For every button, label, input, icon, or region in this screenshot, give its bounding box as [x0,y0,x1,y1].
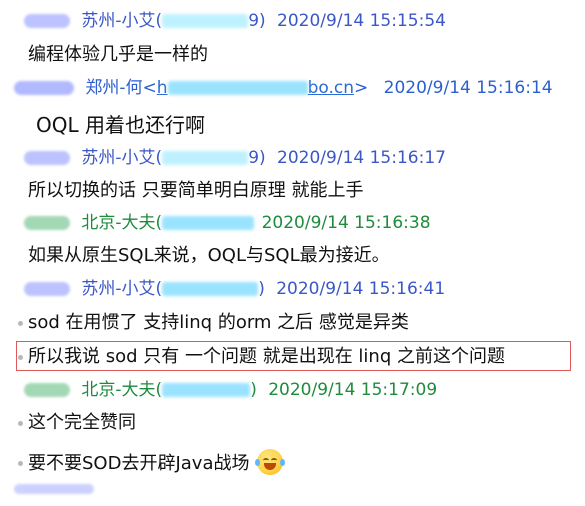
message-header-5: 苏州-小艾() 2020/9/14 15:16:41 [24,278,585,300]
sender-id-tail: 9) [248,11,266,31]
timestamp: 2020/9/14 15:16:38 [261,213,431,233]
message-text-2: OQL 用着也还行啊 [0,111,585,139]
email-mask [167,81,308,95]
message-text: 所以切换的话 只要简单明白原理 就能上手 [28,180,364,201]
avatar-mask [24,216,70,230]
timestamp: 2020/9/14 15:15:54 [277,11,446,31]
message-text: sod 在用惯了 支持linq 的orm 之后 感觉是异类 [28,312,409,333]
sender-name[interactable]: 苏州-小艾( [81,148,162,168]
avatar-mask [24,282,70,296]
message-text: 这个完全赞同 [28,412,136,433]
emoji-tear-right [280,459,286,466]
message-text: OQL 用着也还行啊 [36,113,205,137]
message-header-4: 北京-大夫( 2020/9/14 15:16:38 [24,212,585,234]
message-text-6b: 要不要SOD去开辟Java战场 [0,449,585,477]
id-mask [162,282,259,296]
message-text-6a: 这个完全赞同 [0,411,585,435]
sender-name[interactable]: 郑州-何< [85,78,156,98]
id-mask [162,383,251,397]
email-tail[interactable]: bo.cn [308,78,354,98]
message-header-3: 苏州-小艾( 9) 2020/9/14 15:16:17 [24,147,585,169]
message-text-3: 所以切换的话 只要简单明白原理 就能上手 [0,179,585,203]
avatar-mask [24,383,70,397]
bottom-clipped-header [0,484,94,506]
avatar-mask [24,14,70,28]
message-header-1: 苏州-小艾( 9) 2020/9/14 15:15:54 [24,10,585,32]
sender-name[interactable]: 北京-大夫( [81,213,162,233]
id-mask [162,14,249,28]
message-text: 所以我说 sod 只有 一个问题 就是出现在 linq 之前这个问题 [28,346,505,367]
message-text: 要不要SOD去开辟Java战场 [28,453,250,474]
emoji-tear-left [255,459,261,466]
timestamp: 2020/9/14 15:17:09 [268,380,438,400]
sender-id-tail: ) [250,380,257,400]
message-header-2: 郑州-何<h bo.cn> 2020/9/14 15:16:14 [14,77,585,99]
sender-name[interactable]: 苏州-小艾( [81,279,162,299]
timestamp: 2020/9/14 15:16:41 [276,279,446,299]
message-text-5b: 所以我说 sod 只有 一个问题 就是出现在 linq 之前这个问题 [0,345,585,369]
message-header-6: 北京-大夫() 2020/9/14 15:17:09 [24,379,585,401]
message-text: 如果从原生SQL来说，OQL与SQL最为接近。 [28,245,390,266]
message-text-1: 编程体验几乎是一样的 [0,43,585,67]
message-text-4: 如果从原生SQL来说，OQL与SQL最为接近。 [0,244,585,268]
message-text-5a: sod 在用惯了 支持linq 的orm 之后 感觉是异类 [0,311,585,335]
emoji-mouth [264,463,277,470]
email-start[interactable]: h [157,78,168,98]
email-close: > [354,78,369,98]
avatar-mask [14,81,74,95]
avatar-mask [24,151,70,165]
sender-name[interactable]: 苏州-小艾( [81,11,162,31]
grinning-with-tears-icon [255,449,286,475]
sender-name[interactable]: 北京-大夫( [81,380,162,400]
sender-id-tail: 9) [248,148,266,168]
message-text: 编程体验几乎是一样的 [28,44,208,65]
id-mask [162,151,249,165]
timestamp: 2020/9/14 15:16:14 [383,78,553,98]
bottom-mask [14,484,94,494]
id-mask [162,216,255,230]
sender-id-tail: ) [258,279,265,299]
timestamp: 2020/9/14 15:16:17 [277,148,446,168]
